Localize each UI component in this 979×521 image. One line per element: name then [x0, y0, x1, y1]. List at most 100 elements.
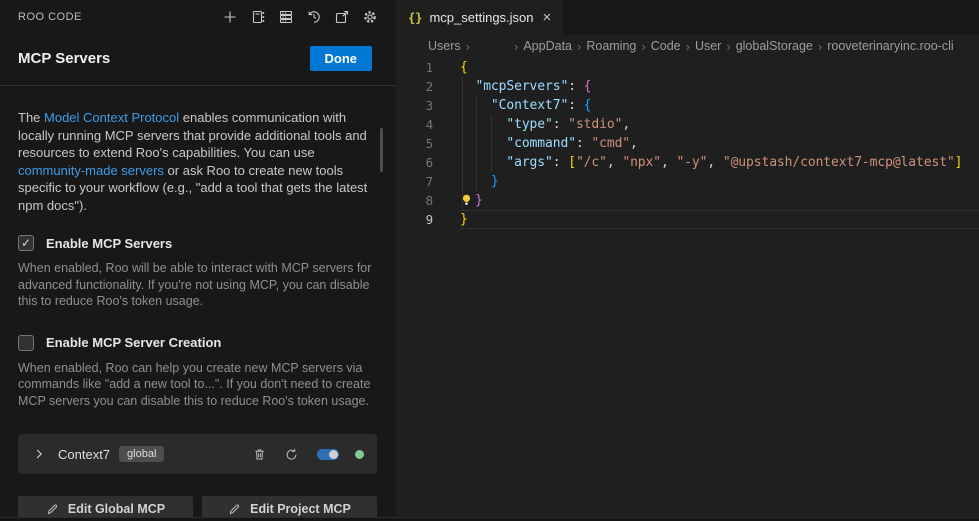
roo-code-panel: ROO CODE	[0, 0, 396, 521]
code-token: "cmd"	[591, 136, 630, 151]
code-line-content[interactable]: }	[460, 172, 979, 191]
code-token: "stdio"	[568, 117, 622, 132]
code-token: ,	[607, 155, 622, 170]
breadcrumb-segment[interactable]: Roaming	[586, 39, 636, 53]
code-line-content[interactable]: "mcpServers": {	[460, 77, 979, 96]
tab-bar: {} mcp_settings.json ×	[396, 0, 979, 35]
code-line[interactable]: 8}	[396, 191, 979, 210]
code-line[interactable]: 7 }	[396, 172, 979, 191]
code-line[interactable]: 5 "command": "cmd",	[396, 134, 979, 153]
open-in-editor-icon[interactable]	[333, 8, 351, 26]
line-number: 9	[396, 210, 433, 229]
settings-gear-icon[interactable]	[361, 8, 379, 26]
breadcrumb-segment[interactable]: Users	[428, 39, 461, 53]
code-token	[460, 136, 506, 151]
done-button[interactable]: Done	[310, 46, 373, 71]
intro-text: The Model Context Protocol enables commu…	[18, 109, 377, 214]
breadcrumb-chevron-icon: ›	[466, 39, 470, 54]
code-token: "Context7"	[491, 98, 568, 113]
code-line-content[interactable]: "command": "cmd",	[460, 134, 979, 153]
code-area[interactable]: 1{2 "mcpServers": {3 "Context7": {4 "typ…	[396, 57, 979, 229]
code-token: ,	[622, 117, 630, 132]
code-line[interactable]: 4 "type": "stdio",	[396, 115, 979, 134]
delete-server-trash-icon[interactable]	[252, 447, 267, 462]
history-icon[interactable]	[305, 8, 323, 26]
line-number: 5	[396, 134, 433, 153]
panel-body: The Model Context Protocol enables commu…	[0, 86, 396, 521]
code-line-content[interactable]: "Context7": {	[460, 96, 979, 115]
code-line-content[interactable]: "args": ["/c", "npx", "-y", "@upstash/co…	[460, 153, 979, 172]
tab-close-icon[interactable]: ×	[543, 9, 552, 26]
code-line[interactable]: 2 "mcpServers": {	[396, 77, 979, 96]
json-file-icon: {}	[408, 11, 422, 25]
chevron-right-icon[interactable]	[32, 447, 46, 461]
breadcrumb-segment[interactable]: Code	[651, 39, 681, 53]
code-token: "/c"	[576, 155, 607, 170]
code-token	[460, 155, 506, 170]
intro-pre: The	[18, 110, 44, 125]
line-number: 1	[396, 58, 433, 77]
breadcrumb-chevron-icon: ›	[641, 39, 645, 54]
restart-server-refresh-icon[interactable]	[284, 447, 299, 462]
breadcrumb-chevron-icon: ›	[514, 39, 518, 54]
line-number: 6	[396, 153, 433, 172]
server-status-dot	[355, 450, 364, 459]
setting-enable-mcp-creation: Enable MCP Server Creation When enabled,…	[18, 335, 377, 410]
link-model-context-protocol[interactable]: Model Context Protocol	[44, 110, 179, 125]
edit-project-mcp-label: Edit Project MCP	[250, 502, 351, 516]
code-token: "-y"	[676, 155, 707, 170]
breadcrumb-segment[interactable]: AppData	[523, 39, 572, 53]
pencil-icon	[228, 503, 241, 516]
code-line-content[interactable]: }	[460, 191, 979, 210]
code-line-content[interactable]: }	[460, 210, 979, 229]
panel-titlebar: ROO CODE	[0, 0, 396, 34]
enable-mcp-servers-description: When enabled, Roo will be able to intera…	[18, 260, 377, 310]
breadcrumb-chevron-icon: ›	[818, 39, 822, 54]
code-line-content[interactable]: "type": "stdio",	[460, 115, 979, 134]
code-token: :	[553, 155, 568, 170]
code-token: }	[491, 174, 499, 189]
code-line[interactable]: 9}	[396, 210, 979, 229]
code-token: {	[584, 79, 592, 94]
panel-toolbar	[221, 8, 379, 26]
code-token: :	[568, 98, 583, 113]
enable-mcp-creation-description: When enabled, Roo can help you create ne…	[18, 360, 377, 410]
window-bottom-edge	[0, 517, 979, 521]
code-token: "mcpServers"	[475, 79, 568, 94]
link-community-made-servers[interactable]: community-made servers	[18, 163, 164, 178]
indent-guide	[476, 96, 477, 191]
panel-scrollbar[interactable]	[380, 128, 383, 172]
enable-mcp-servers-label: Enable MCP Servers	[46, 236, 172, 251]
mcp-servers-icon[interactable]	[277, 8, 295, 26]
prompts-icon[interactable]	[249, 8, 267, 26]
breadcrumb-segment[interactable]: rooveterinaryinc.roo-cli	[827, 39, 953, 53]
panel-title: ROO CODE	[18, 11, 82, 23]
breadcrumb-segment[interactable]: globalStorage	[736, 39, 813, 53]
tab-filename: mcp_settings.json	[429, 10, 533, 25]
code-line[interactable]: 6 "args": ["/c", "npx", "-y", "@upstash/…	[396, 153, 979, 172]
server-row-context7[interactable]: Context7 global	[18, 434, 377, 474]
code-token: ,	[661, 155, 676, 170]
code-token: "command"	[506, 136, 576, 151]
code-line[interactable]: 1{	[396, 58, 979, 77]
server-enabled-toggle[interactable]	[317, 449, 339, 460]
code-token: ,	[707, 155, 722, 170]
code-token: }	[475, 193, 483, 208]
tab-mcp-settings-json[interactable]: {} mcp_settings.json ×	[396, 0, 563, 35]
code-token: ]	[955, 155, 963, 170]
enable-mcp-creation-label: Enable MCP Server Creation	[46, 335, 221, 350]
code-token: "npx"	[622, 155, 661, 170]
breadcrumb-segment[interactable]: User	[695, 39, 721, 53]
enable-mcp-servers-checkbox[interactable]: ✓	[18, 235, 34, 251]
code-token: }	[460, 212, 468, 227]
enable-mcp-creation-checkbox[interactable]	[18, 335, 34, 351]
code-token	[460, 117, 506, 132]
code-token: "@upstash/context7-mcp@latest"	[723, 155, 955, 170]
code-line[interactable]: 3 "Context7": {	[396, 96, 979, 115]
page-title: MCP Servers	[18, 50, 110, 67]
new-task-icon[interactable]	[221, 8, 239, 26]
code-token: :	[553, 117, 568, 132]
code-line-content[interactable]: {	[460, 58, 979, 77]
toggle-knob	[329, 450, 338, 459]
breadcrumb-chevron-icon: ›	[577, 39, 581, 54]
